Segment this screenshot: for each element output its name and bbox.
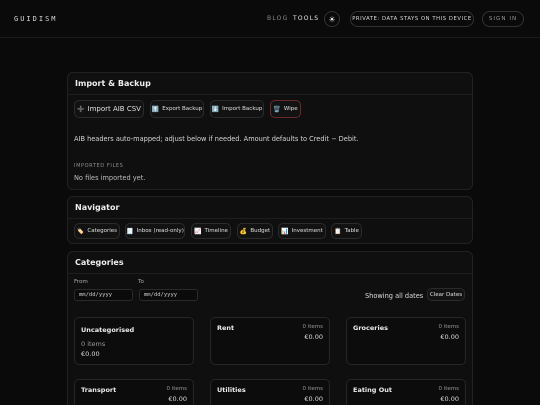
nav-budget-label: Budget (250, 228, 271, 234)
nav-categories-button[interactable]: 🏷️ Categories (74, 223, 120, 239)
export-backup-label: Export Backup (162, 106, 203, 112)
clear-dates-button[interactable]: Clear Dates (427, 288, 465, 301)
nav-investment-button[interactable]: 📊 Investment (278, 223, 326, 239)
import-aib-csv-label: Import AIB CSV (87, 105, 141, 113)
import-backup-label: Import Backup (222, 106, 263, 112)
wipe-button[interactable]: 🗑️ Wipe (270, 100, 301, 118)
date-range-status: Showing all dates (365, 292, 424, 300)
category-name: Uncategorised (81, 326, 135, 334)
to-date-input[interactable]: mm/dd/yyyy (139, 289, 198, 301)
category-amount: €0.00 (440, 395, 459, 403)
mapping-hint: AIB headers auto-mapped; adjust below if… (74, 135, 359, 143)
export-backup-button[interactable]: ⬆️ Export Backup (150, 100, 204, 118)
nav-investment-label: Investment (291, 228, 323, 234)
category-amount: €0.00 (440, 333, 459, 341)
nav-categories-label: Categories (87, 228, 118, 234)
from-date-input[interactable]: mm/dd/yyyy (74, 289, 133, 301)
category-card-eating-out[interactable]: Eating Out 0 items €0.00 (346, 379, 466, 405)
category-item-count: 0 items (438, 324, 459, 330)
category-card-transport[interactable]: Transport 0 items €0.00 (74, 379, 194, 405)
sign-in-button[interactable]: SIGN IN (482, 11, 524, 27)
trash-icon: 🗑️ (273, 105, 281, 113)
category-name: Groceries (353, 324, 388, 332)
sun-icon: ☀ (328, 14, 336, 24)
to-label: To (138, 279, 144, 285)
category-item-count: 0 items (302, 386, 323, 392)
nav-link-blog[interactable]: BLOG (267, 15, 288, 22)
download-icon: ⬇️ (211, 105, 220, 113)
category-name: Eating Out (353, 386, 392, 394)
category-card-uncategorised[interactable]: Uncategorised 0 items €0.00 (74, 317, 194, 365)
navigator-panel: Navigator 🏷️ Categories 🧾 Inbox (read-on… (67, 196, 473, 244)
category-item-count: 0 items (302, 324, 323, 330)
nav-inbox-button[interactable]: 🧾 Inbox (read-only) (125, 223, 185, 239)
import-backup-panel: Import & Backup ➕ Import AIB CSV ⬆️ Expo… (67, 72, 473, 190)
category-amount: €0.00 (168, 395, 187, 403)
category-amount: €0.00 (81, 350, 100, 358)
money-bag-icon: 💰 (239, 227, 248, 235)
navigator-title: Navigator (68, 197, 472, 219)
tag-icon: 🏷️ (76, 227, 85, 235)
category-card-rent[interactable]: Rent 0 items €0.00 (210, 317, 330, 365)
import-backup-title: Import & Backup (68, 73, 472, 95)
category-card-utilities[interactable]: Utilities 0 items €0.00 (210, 379, 330, 405)
from-label: From (74, 279, 88, 285)
receipt-icon: 🧾 (126, 227, 134, 235)
chart-up-icon: 📈 (194, 227, 202, 235)
upload-icon: ⬆️ (151, 105, 160, 113)
nav-table-button[interactable]: 📋 Table (331, 223, 362, 239)
top-bar: GUIDISM BLOG TOOLS ☀ PRIVATE: DATA STAYS… (0, 0, 540, 38)
category-item-count: 0 items (166, 386, 187, 392)
plus-icon: ➕ (77, 105, 85, 113)
category-item-count: 0 items (438, 386, 459, 392)
nav-table-label: Table (344, 228, 359, 234)
privacy-badge: PRIVATE: DATA STAYS ON THIS DEVICE (350, 11, 474, 27)
category-amount: €0.00 (304, 333, 323, 341)
categories-title: Categories (68, 252, 472, 274)
import-aib-csv-button[interactable]: ➕ Import AIB CSV (74, 100, 144, 118)
category-name: Utilities (217, 386, 246, 394)
theme-toggle-button[interactable]: ☀ (324, 11, 340, 27)
nav-budget-button[interactable]: 💰 Budget (237, 223, 273, 239)
imported-files-label: IMPORTED FILES (74, 163, 124, 169)
imported-files-empty: No files imported yet. (74, 174, 146, 182)
category-item-count: 0 items (81, 340, 106, 348)
clipboard-icon: 📋 (334, 227, 342, 235)
nav-inbox-label: Inbox (read-only) (136, 228, 184, 234)
nav-timeline-button[interactable]: 📈 Timeline (191, 223, 231, 239)
nav-link-tools[interactable]: TOOLS (293, 15, 319, 22)
import-backup-button[interactable]: ⬇️ Import Backup (210, 100, 264, 118)
bar-chart-icon: 📊 (281, 227, 289, 235)
category-amount: €0.00 (304, 395, 323, 403)
categories-panel: Categories From To mm/dd/yyyy mm/dd/yyyy… (67, 251, 473, 405)
wipe-label: Wipe (283, 106, 298, 112)
category-name: Rent (217, 324, 235, 332)
nav-timeline-label: Timeline (204, 228, 228, 234)
category-card-groceries[interactable]: Groceries 0 items €0.00 (346, 317, 466, 365)
site-logo[interactable]: GUIDISM (14, 15, 58, 23)
category-name: Transport (81, 386, 117, 394)
